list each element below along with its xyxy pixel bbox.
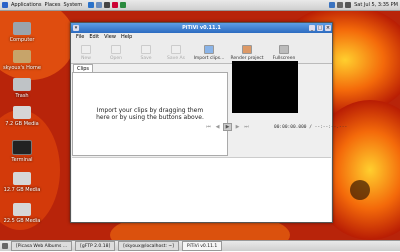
save-icon — [141, 45, 151, 54]
desktop-icon-label: skyoux's Home — [3, 65, 41, 71]
launcher-app-icon[interactable] — [112, 2, 119, 8]
fullscreen-icon — [279, 45, 289, 54]
new-button[interactable]: New — [71, 45, 101, 63]
step-forward-icon[interactable]: ▶ — [234, 124, 241, 130]
volume-icon[interactable] — [345, 2, 352, 8]
drive-icon — [13, 106, 31, 119]
import-icon — [204, 45, 214, 54]
open-button[interactable]: Open — [101, 45, 131, 63]
save-label: Save — [140, 56, 152, 61]
timeline-area[interactable] — [72, 157, 331, 222]
window-menu-icon[interactable]: ▾ — [73, 25, 79, 31]
window-titlebar[interactable]: ▾ PiTiVi v0.11.1 _ □ × — [71, 23, 332, 33]
foot-icon[interactable] — [2, 2, 8, 8]
desktop-icon-label: Trash — [15, 93, 29, 99]
desktop-icon-terminal[interactable]: Terminal — [0, 140, 44, 163]
open-icon — [111, 45, 121, 54]
render-icon — [242, 45, 252, 54]
window-title: PiTiVi v0.11.1 — [182, 25, 221, 31]
launcher-app-icon[interactable] — [120, 2, 127, 8]
minimize-icon[interactable]: _ — [309, 25, 315, 31]
close-icon[interactable]: × — [325, 25, 331, 31]
desktop-icon-label: 12.7 GB Media — [3, 187, 41, 193]
import-clips-label: Import clips... — [193, 56, 225, 61]
show-desktop-icon[interactable] — [2, 243, 8, 249]
desktop-icon-label: Computer — [9, 37, 35, 43]
new-icon — [81, 45, 91, 54]
top-panel: Applications Places System Sat Jul 5, 3:… — [0, 0, 400, 11]
launcher-terminal-icon[interactable] — [104, 2, 111, 8]
save-as-label: Save As — [167, 56, 185, 61]
step-back-icon[interactable]: ◀ — [214, 124, 221, 130]
clips-drop-area[interactable]: Import your clips by dragging them here … — [72, 72, 228, 156]
video-viewer — [232, 61, 298, 113]
home-folder-icon — [13, 50, 31, 63]
save-as-button[interactable]: Save As — [161, 45, 191, 63]
maximize-icon[interactable]: □ — [317, 25, 323, 31]
playback-controls: ⏮ ◀ ▶ ▶ ⏭ 00:00:00.000 / --:--:--.--- — [205, 123, 347, 131]
launcher-mail-icon[interactable] — [96, 2, 103, 8]
menu-help[interactable]: Help — [121, 34, 132, 40]
timecode: 00:00:00.000 / --:--:--.--- — [274, 124, 348, 130]
clock[interactable]: Sat Jul 5, 3:35 PM — [354, 2, 398, 8]
desktop-icon-media-2[interactable]: 12.7 GB Media — [0, 172, 44, 193]
save-as-icon — [171, 45, 181, 54]
desktop-icon-label: Terminal — [11, 157, 33, 163]
clips-empty-message: Import your clips by dragging them here … — [96, 107, 204, 121]
save-button[interactable]: Save — [131, 45, 161, 63]
import-clips-button[interactable]: Import clips... — [191, 45, 227, 63]
computer-icon — [13, 22, 31, 35]
menu-edit[interactable]: Edit — [89, 34, 99, 40]
places-menu[interactable]: Places — [45, 2, 61, 8]
desktop-icon-home[interactable]: skyoux's Home — [0, 50, 44, 71]
forward-end-icon[interactable]: ⏭ — [243, 124, 250, 130]
bottom-panel: [Picasa Web Albums ... [gFTP 2.0.18] [sk… — [0, 240, 400, 251]
network-icon[interactable] — [337, 2, 344, 8]
play-icon[interactable]: ▶ — [223, 123, 232, 131]
menu-bar: File Edit View Help — [71, 33, 332, 41]
open-label: Open — [109, 56, 123, 61]
desktop-icon-trash[interactable]: Trash — [0, 78, 44, 99]
pitivi-window: ▾ PiTiVi v0.11.1 _ □ × File Edit View He… — [70, 22, 347, 223]
drive-icon — [13, 203, 31, 216]
launcher-browser-icon[interactable] — [88, 2, 95, 8]
menu-view[interactable]: View — [104, 34, 116, 40]
drive-icon — [13, 172, 31, 185]
desktop-icon-media-1[interactable]: 7.2 GB Media — [0, 106, 44, 127]
desktop-icon-label: 7.2 GB Media — [5, 121, 39, 127]
desktop-icon-computer[interactable]: Computer — [0, 22, 44, 43]
desktop-icon-label: 22.5 GB Media — [3, 218, 41, 224]
new-label: New — [81, 56, 91, 61]
system-menu[interactable]: System — [63, 2, 82, 8]
terminal-icon — [12, 140, 32, 155]
rewind-start-icon[interactable]: ⏮ — [205, 124, 212, 130]
applications-menu[interactable]: Applications — [11, 2, 42, 8]
desktop-icon-media-3[interactable]: 22.5 GB Media — [0, 203, 44, 224]
trash-icon — [13, 78, 31, 91]
bluetooth-icon[interactable] — [329, 2, 336, 8]
menu-file[interactable]: File — [76, 34, 84, 40]
